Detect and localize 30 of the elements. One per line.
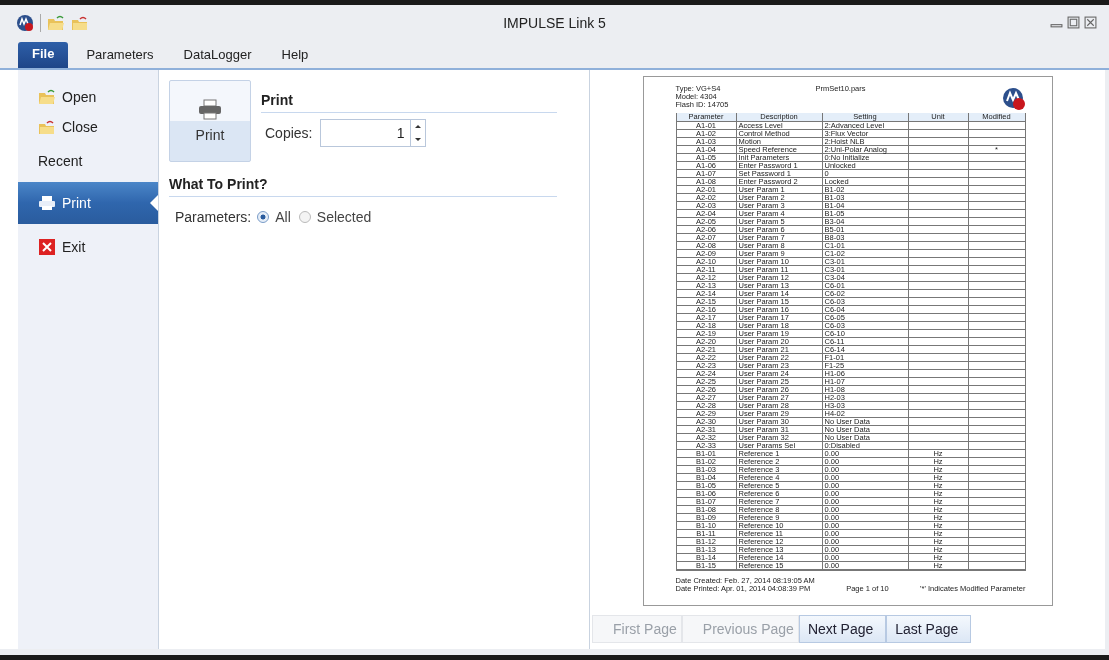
menu-tab[interactable]: File (18, 42, 69, 68)
selection-notch (150, 195, 158, 211)
page-button[interactable]: Last Page (886, 615, 972, 643)
open-folder-icon (38, 88, 56, 106)
sidebar-item[interactable]: Recent (18, 142, 158, 180)
logo-icon (1001, 87, 1026, 111)
menu-tab[interactable]: Help (269, 43, 321, 68)
section-heading: What To Print? (169, 162, 557, 197)
copies-label: Copies: (265, 125, 313, 141)
radio-option[interactable]: All (257, 209, 291, 225)
page-button[interactable]: Next Page (798, 615, 887, 643)
sidebar-item[interactable]: Exit (18, 232, 158, 262)
parameters-label: Parameters: (175, 209, 252, 225)
sidebar-item[interactable]: Open (18, 82, 158, 112)
sidebar-item[interactable]: Print (18, 182, 158, 224)
close-box-icon (38, 238, 56, 256)
copies-spinner[interactable]: 1 (320, 119, 427, 147)
restore-icon[interactable] (1067, 16, 1080, 29)
close-icon[interactable] (1084, 16, 1097, 29)
printer-icon (38, 194, 56, 212)
app-logo-icon[interactable] (16, 13, 34, 32)
menu-tab[interactable]: Parameters (74, 43, 166, 68)
print-button[interactable]: Print (169, 80, 251, 162)
menu-tab[interactable]: DataLogger (171, 43, 264, 68)
radio-option[interactable]: Selected (298, 209, 372, 225)
sidebar-item[interactable]: Close (18, 112, 158, 142)
window-title: IMPULSE Link 5 (503, 14, 606, 31)
printer-icon (198, 99, 222, 121)
section-heading: Print (261, 80, 557, 113)
close-folder-icon (38, 118, 56, 136)
